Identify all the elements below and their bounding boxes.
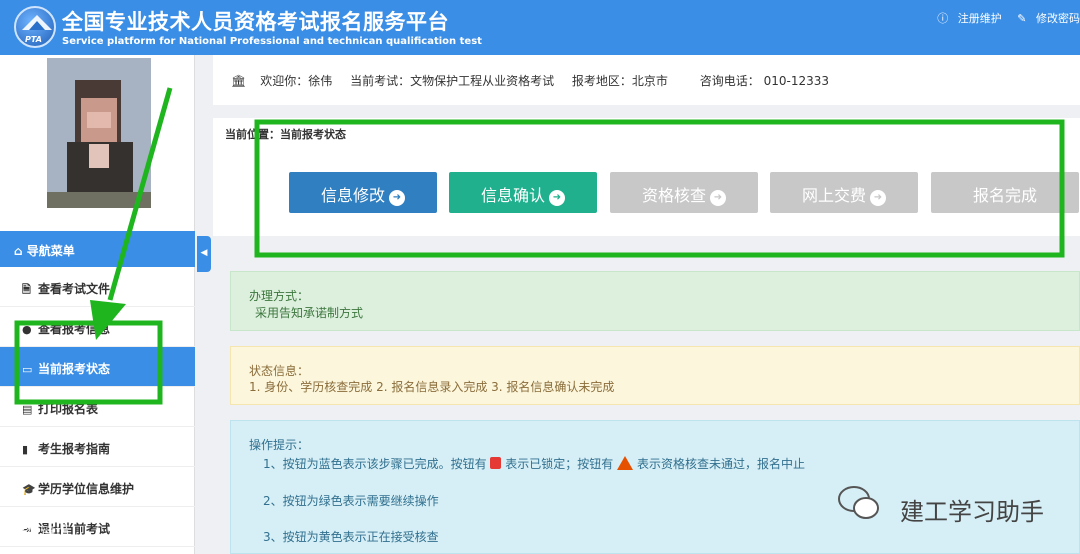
header-bar: PTA 全国专业技术人员资格考试报名服务平台 Service platform … xyxy=(0,0,1080,55)
region-text: 报考地区：北京市 xyxy=(571,74,668,88)
doc-icon: 🗎 xyxy=(22,283,31,296)
arrow-right-icon: ➜ xyxy=(389,190,405,206)
watermark-right: 建工学习助手 xyxy=(900,498,1044,526)
edit-icon: ✎ xyxy=(1017,12,1027,25)
status-steps-panel: 当前位置：当前报考状态 信息修改 ➜ 信息确认 ➜ 资格核查 ➜ 网上交费 ➜ 报名完成 xyxy=(213,118,1080,236)
user-info-bar: 🏛 欢迎你：徐伟 当前考试：文物保护工程从业资格考试 报考地区：北京市 咨询电话：… xyxy=(213,55,1080,105)
arrow-right-icon: ➜ xyxy=(549,190,565,206)
step-qualification-check-button[interactable]: 资格核查 ➜ xyxy=(610,172,758,213)
nav-menu-header: ⌂ 导航菜单 xyxy=(0,231,195,267)
page-subtitle: Service platform for National Profession… xyxy=(62,36,482,47)
info-icon: ● xyxy=(22,323,32,336)
page-title: 全国专业技术人员资格考试报名服务平台 xyxy=(62,10,449,34)
method-box: 办理方式： 采用告知承诺制方式 xyxy=(230,271,1080,331)
header-links: ⓘ 注册维护 ✎ 修改密码 xyxy=(925,10,1080,26)
home-icon: ⌂ xyxy=(14,244,23,258)
status-title: 状态信息： xyxy=(249,364,310,378)
register-maintain-link[interactable]: ⓘ 注册维护 xyxy=(931,12,1002,25)
pta-logo: PTA xyxy=(14,6,56,48)
step-online-payment-button[interactable]: 网上交费 ➜ xyxy=(770,172,918,213)
status-box: 状态信息： 1. 身份、学历核查完成 2. 报名信息录入完成 3. 报名信息确认… xyxy=(230,346,1080,405)
sidebar-item-guide[interactable]: ▮ 考生报考指南 xyxy=(0,427,195,467)
watermark-left: 大数诗境 xyxy=(10,523,71,541)
tips-title: 操作提示： xyxy=(249,438,310,452)
graduation-icon: 🎓 xyxy=(22,483,36,496)
current-exam-text: 当前考试：文物保护工程从业资格考试 xyxy=(350,74,555,88)
warning-icon xyxy=(617,456,634,470)
tip-line-1: 1、按钮为蓝色表示该步骤已完成。按钮有 表示已锁定；按钮有 表示资格核查未通过，… xyxy=(263,456,805,471)
sidebar-item-exam-info[interactable]: ● 查看报考信息 xyxy=(0,307,195,347)
lock-icon xyxy=(490,457,502,469)
print-icon: ▤ xyxy=(22,403,33,416)
arrow-right-icon: ➜ xyxy=(710,190,726,206)
status-text: 1. 身份、学历核查完成 2. 报名信息录入完成 3. 报名信息确认未完成 xyxy=(249,380,615,394)
chevron-left-icon: ◀ xyxy=(200,248,208,258)
book-icon: ▮ xyxy=(22,443,29,456)
sidebar-item-exam-files[interactable]: 🗎 查看考试文件 xyxy=(0,267,195,307)
arrow-right-icon: ➜ xyxy=(870,190,886,206)
method-text: 采用告知承诺制方式 xyxy=(255,306,364,320)
sidebar-collapse-toggle[interactable]: ◀ xyxy=(197,236,211,272)
monitor-icon: ▭ xyxy=(22,363,33,376)
welcome-text: 欢迎你：徐伟 xyxy=(260,74,333,88)
step-edit-info-button[interactable]: 信息修改 ➜ xyxy=(289,172,437,213)
phone-text: 咨询电话： 010-12333 xyxy=(699,74,829,88)
sidebar-item-current-status[interactable]: ▭ 当前报考状态 xyxy=(0,347,195,387)
step-confirm-info-button[interactable]: 信息确认 ➜ xyxy=(449,172,597,213)
sidebar-item-degree-info[interactable]: 🎓 学历学位信息维护 xyxy=(0,467,195,507)
tips-box: 操作提示： 1、按钮为蓝色表示该步骤已完成。按钮有 表示已锁定；按钮有 表示资格… xyxy=(230,420,1080,554)
change-password-link[interactable]: ✎ 修改密码 xyxy=(1011,12,1080,25)
breadcrumb: 当前位置：当前报考状态 xyxy=(225,128,346,141)
bank-icon: 🏛 xyxy=(231,74,247,88)
info-circle-icon: ⓘ xyxy=(937,12,949,25)
step-complete-button[interactable]: 报名完成 xyxy=(931,172,1079,213)
tip-line-3: 3、按钮为黄色表示正在接受核查 xyxy=(263,530,439,544)
user-photo xyxy=(47,58,151,208)
sidebar-item-print-form[interactable]: ▤ 打印报名表 xyxy=(0,387,195,427)
wechat-icon xyxy=(838,486,879,519)
sidebar: ⌂ 导航菜单 🗎 查看考试文件 ● 查看报考信息 ▭ 当前报考状态 ▤ 打印报名表 ▮ 考… xyxy=(0,55,195,554)
method-title: 办理方式： xyxy=(249,289,310,303)
tip-line-2: 2、按钮为绿色表示需要继续操作 xyxy=(263,494,439,508)
